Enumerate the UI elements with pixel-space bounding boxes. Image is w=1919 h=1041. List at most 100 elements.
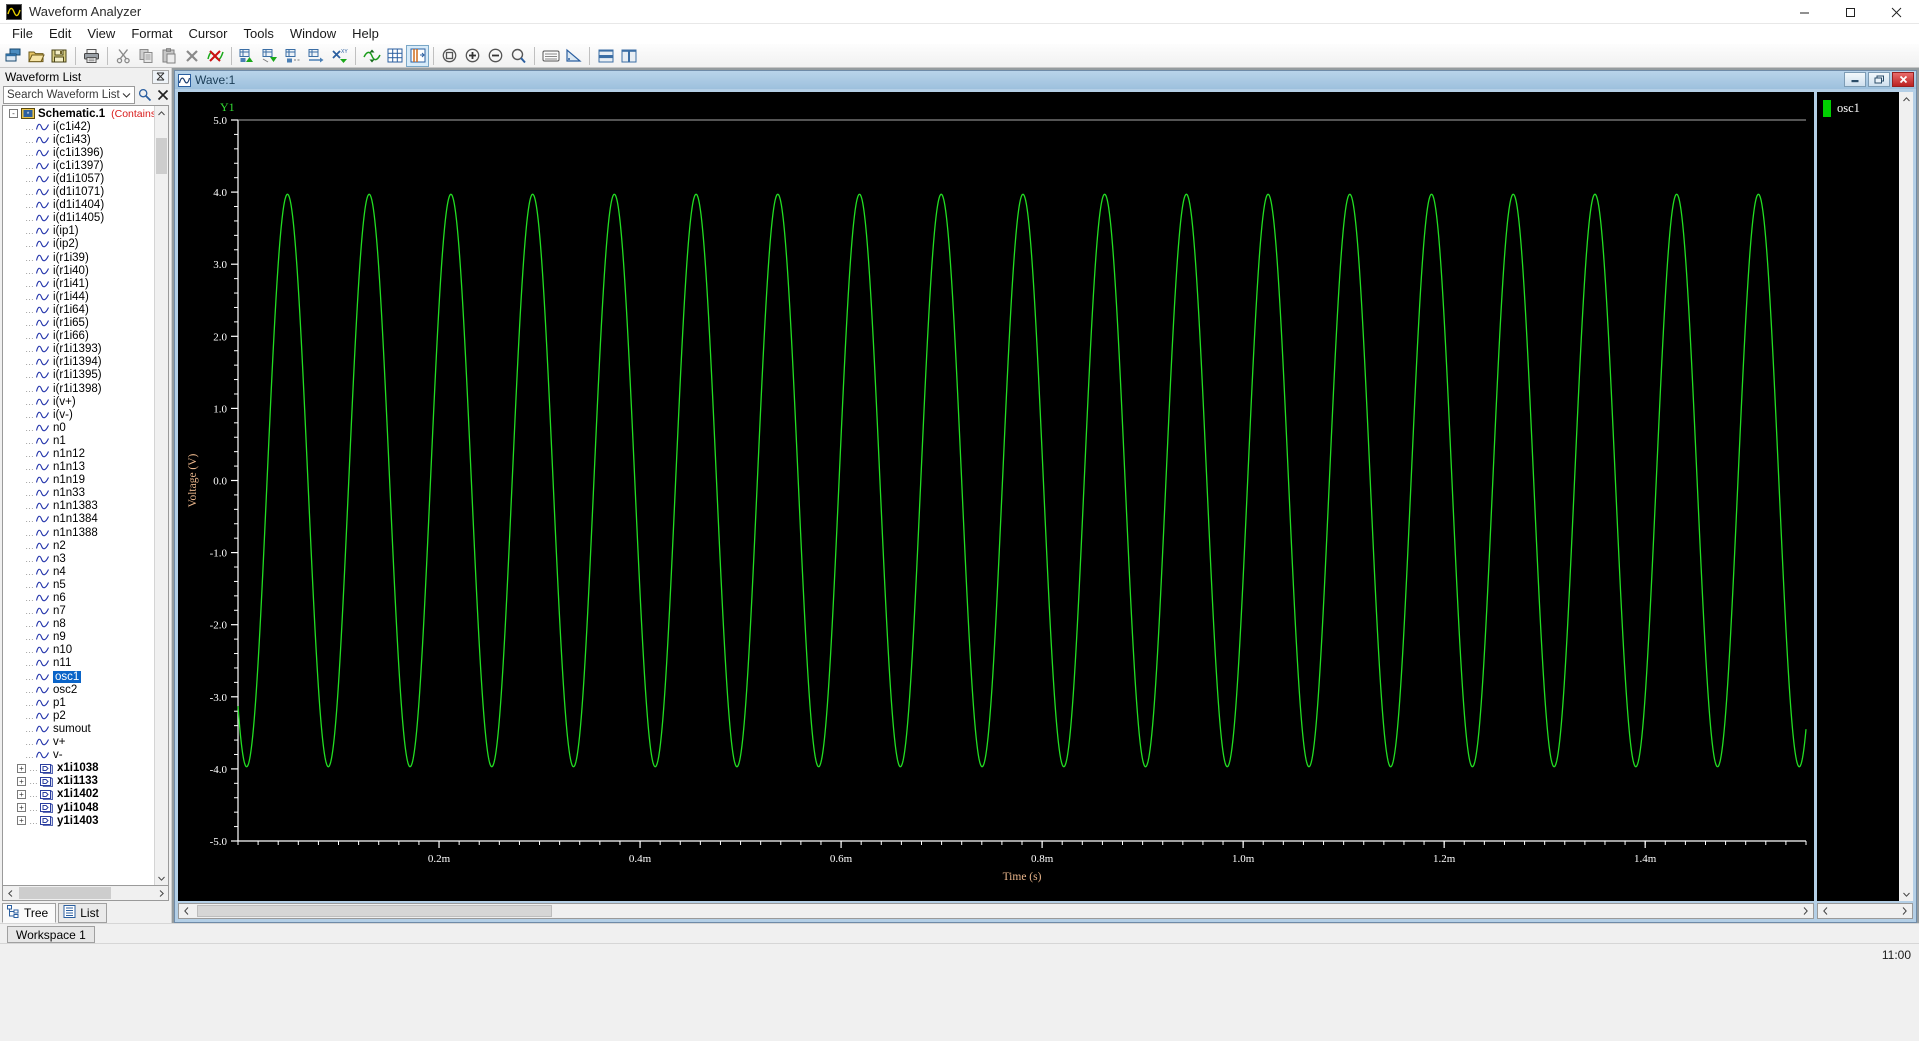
tree-item-p1[interactable]: … p1	[3, 696, 154, 709]
waveform-plot[interactable]: 5.0 4.0 3.0 2.0 1.0 0.0 -1.0 -2.0 -3.0 -4.0 -5.0 0.…	[178, 92, 1814, 901]
tree-item-n8[interactable]: … n8	[3, 618, 154, 631]
tree-item-n1n19[interactable]: … n1n19	[3, 474, 154, 487]
calculator-icon[interactable]	[562, 45, 585, 67]
tree-item-ir1i1394[interactable]: … i(r1i1394)	[3, 356, 154, 369]
scroll-right-icon[interactable]	[1897, 904, 1912, 918]
minimize-icon[interactable]	[1781, 0, 1827, 24]
expand-icon[interactable]: +	[17, 816, 26, 826]
tree-item-iip1[interactable]: … i(ip1)	[3, 225, 154, 238]
search-icon[interactable]	[137, 86, 153, 103]
tree-item-ic1i1396[interactable]: … i(c1i1396)	[3, 146, 154, 159]
tree-item-ir1i65[interactable]: … i(r1i65)	[3, 317, 154, 330]
tree-group-y1i1403[interactable]: +… y1i1403	[3, 814, 154, 827]
new-window-icon[interactable]	[2, 45, 25, 67]
menu-help[interactable]: Help	[344, 24, 387, 43]
legend-scroll-track[interactable]	[1899, 106, 1913, 887]
chevron-down-icon[interactable]	[120, 87, 134, 103]
tile-vertical-icon[interactable]	[617, 45, 640, 67]
tree-item-ir1i1393[interactable]: … i(r1i1393)	[3, 343, 154, 356]
tree-scroll-area[interactable]: -*Schematic.1 (Contains un … i(c1i42) … i(c1i…	[3, 106, 154, 885]
cut-icon[interactable]	[112, 45, 135, 67]
open-folder-icon[interactable]	[25, 45, 48, 67]
zoom-out-icon[interactable]	[484, 45, 507, 67]
tree-item-id1i1057[interactable]: … i(d1i1057)	[3, 172, 154, 185]
minimize-icon[interactable]	[1844, 72, 1866, 87]
tree-item-v[interactable]: … v+	[3, 736, 154, 749]
scroll-up-icon[interactable]	[1899, 92, 1913, 106]
tree-vertical-scrollbar[interactable]	[154, 106, 168, 885]
expand-icon[interactable]: +	[17, 789, 26, 799]
tree-group-x1i1402[interactable]: +… x1i1402	[3, 788, 154, 801]
tree-item-p2[interactable]: … p2	[3, 709, 154, 722]
legend-vertical-scrollbar[interactable]	[1899, 92, 1913, 901]
tree-group-y1i1048[interactable]: +… y1i1048	[3, 801, 154, 814]
tab-list[interactable]: List	[58, 903, 107, 923]
scroll-left-icon[interactable]	[179, 904, 194, 918]
tree-item-n1n33[interactable]: … n1n33	[3, 487, 154, 500]
close-icon[interactable]	[1892, 72, 1914, 87]
tree-hscroll-track[interactable]	[17, 886, 154, 900]
tree-item-osc1[interactable]: … osc1	[3, 670, 154, 683]
delete-waveform-icon[interactable]	[204, 45, 227, 67]
tree-scroll-track[interactable]	[155, 120, 168, 871]
scroll-down-icon[interactable]	[1899, 887, 1913, 901]
tree-item-ir1i41[interactable]: … i(r1i41)	[3, 277, 154, 290]
tree-item-ir1i40[interactable]: … i(r1i40)	[3, 264, 154, 277]
tree-item-ir1i66[interactable]: … i(r1i66)	[3, 330, 154, 343]
scroll-right-icon[interactable]	[154, 886, 168, 900]
tree-item-n3[interactable]: … n3	[3, 552, 154, 565]
overlay-wave-icon[interactable]	[259, 45, 282, 67]
tree-item-sumout[interactable]: … sumout	[3, 722, 154, 735]
plot-hscroll-track[interactable]	[194, 904, 1798, 918]
tree-item-n1n12[interactable]: … n1n12	[3, 447, 154, 460]
scroll-right-icon[interactable]	[1798, 904, 1813, 918]
legend-panel[interactable]: osc1	[1817, 92, 1913, 901]
scroll-down-icon[interactable]	[155, 871, 168, 885]
menu-cursor[interactable]: Cursor	[180, 24, 235, 43]
tile-horizontal-icon[interactable]	[594, 45, 617, 67]
measurement-icon[interactable]	[539, 45, 562, 67]
axis-settings-icon[interactable]	[360, 45, 383, 67]
tree-item-ic1i43[interactable]: … i(c1i43)	[3, 133, 154, 146]
tree-item-id1i1404[interactable]: … i(d1i1404)	[3, 199, 154, 212]
collapse-icon[interactable]: -	[9, 109, 18, 119]
xy-plot-icon[interactable]: XY	[328, 45, 351, 67]
tree-item-ic1i42[interactable]: … i(c1i42)	[3, 120, 154, 133]
expand-icon[interactable]: +	[17, 763, 26, 773]
tree-item-ir1i1395[interactable]: … i(r1i1395)	[3, 369, 154, 382]
tree-item-n0[interactable]: … n0	[3, 421, 154, 434]
tree-item-n5[interactable]: … n5	[3, 578, 154, 591]
tree-item-n1n13[interactable]: … n1n13	[3, 461, 154, 474]
tree-item-n6[interactable]: … n6	[3, 591, 154, 604]
menu-view[interactable]: View	[79, 24, 123, 43]
legend-item-osc1[interactable]: osc1	[1823, 100, 1899, 117]
tree-item-n9[interactable]: … n9	[3, 631, 154, 644]
tree-item-id1i1405[interactable]: … i(d1i1405)	[3, 212, 154, 225]
print-icon[interactable]	[80, 45, 103, 67]
tree-item-n1n1383[interactable]: … n1n1383	[3, 500, 154, 513]
scroll-left-icon[interactable]	[1818, 904, 1833, 918]
tree-item-n1n1388[interactable]: … n1n1388	[3, 526, 154, 539]
close-icon[interactable]	[1873, 0, 1919, 24]
plot-hscroll-thumb[interactable]	[197, 905, 552, 917]
plot-horizontal-scrollbar[interactable]	[178, 903, 1814, 919]
tree-item-iip2[interactable]: … i(ip2)	[3, 238, 154, 251]
grid-icon[interactable]	[383, 45, 406, 67]
restore-icon[interactable]	[1868, 72, 1890, 87]
tab-workspace-1[interactable]: Workspace 1	[7, 926, 95, 943]
scroll-up-icon[interactable]	[155, 106, 168, 120]
tree-item-n7[interactable]: … n7	[3, 605, 154, 618]
tree-item-ir1i39[interactable]: … i(r1i39)	[3, 251, 154, 264]
save-icon[interactable]	[48, 45, 71, 67]
tree-horizontal-scrollbar[interactable]	[2, 886, 169, 901]
clear-icon[interactable]	[155, 86, 171, 103]
tree-item-ir1i1398[interactable]: … i(r1i1398)	[3, 382, 154, 395]
tree-item-n1[interactable]: … n1	[3, 434, 154, 447]
tree-item-id1i1071[interactable]: … i(d1i1071)	[3, 186, 154, 199]
search-input[interactable]: Search Waveform List	[3, 85, 135, 104]
add-wave-icon[interactable]	[236, 45, 259, 67]
tree-item-v[interactable]: … v-	[3, 749, 154, 762]
tree-item-ir1i44[interactable]: … i(r1i44)	[3, 290, 154, 303]
marker-icon[interactable]	[406, 44, 429, 67]
delete-icon[interactable]	[181, 45, 204, 67]
